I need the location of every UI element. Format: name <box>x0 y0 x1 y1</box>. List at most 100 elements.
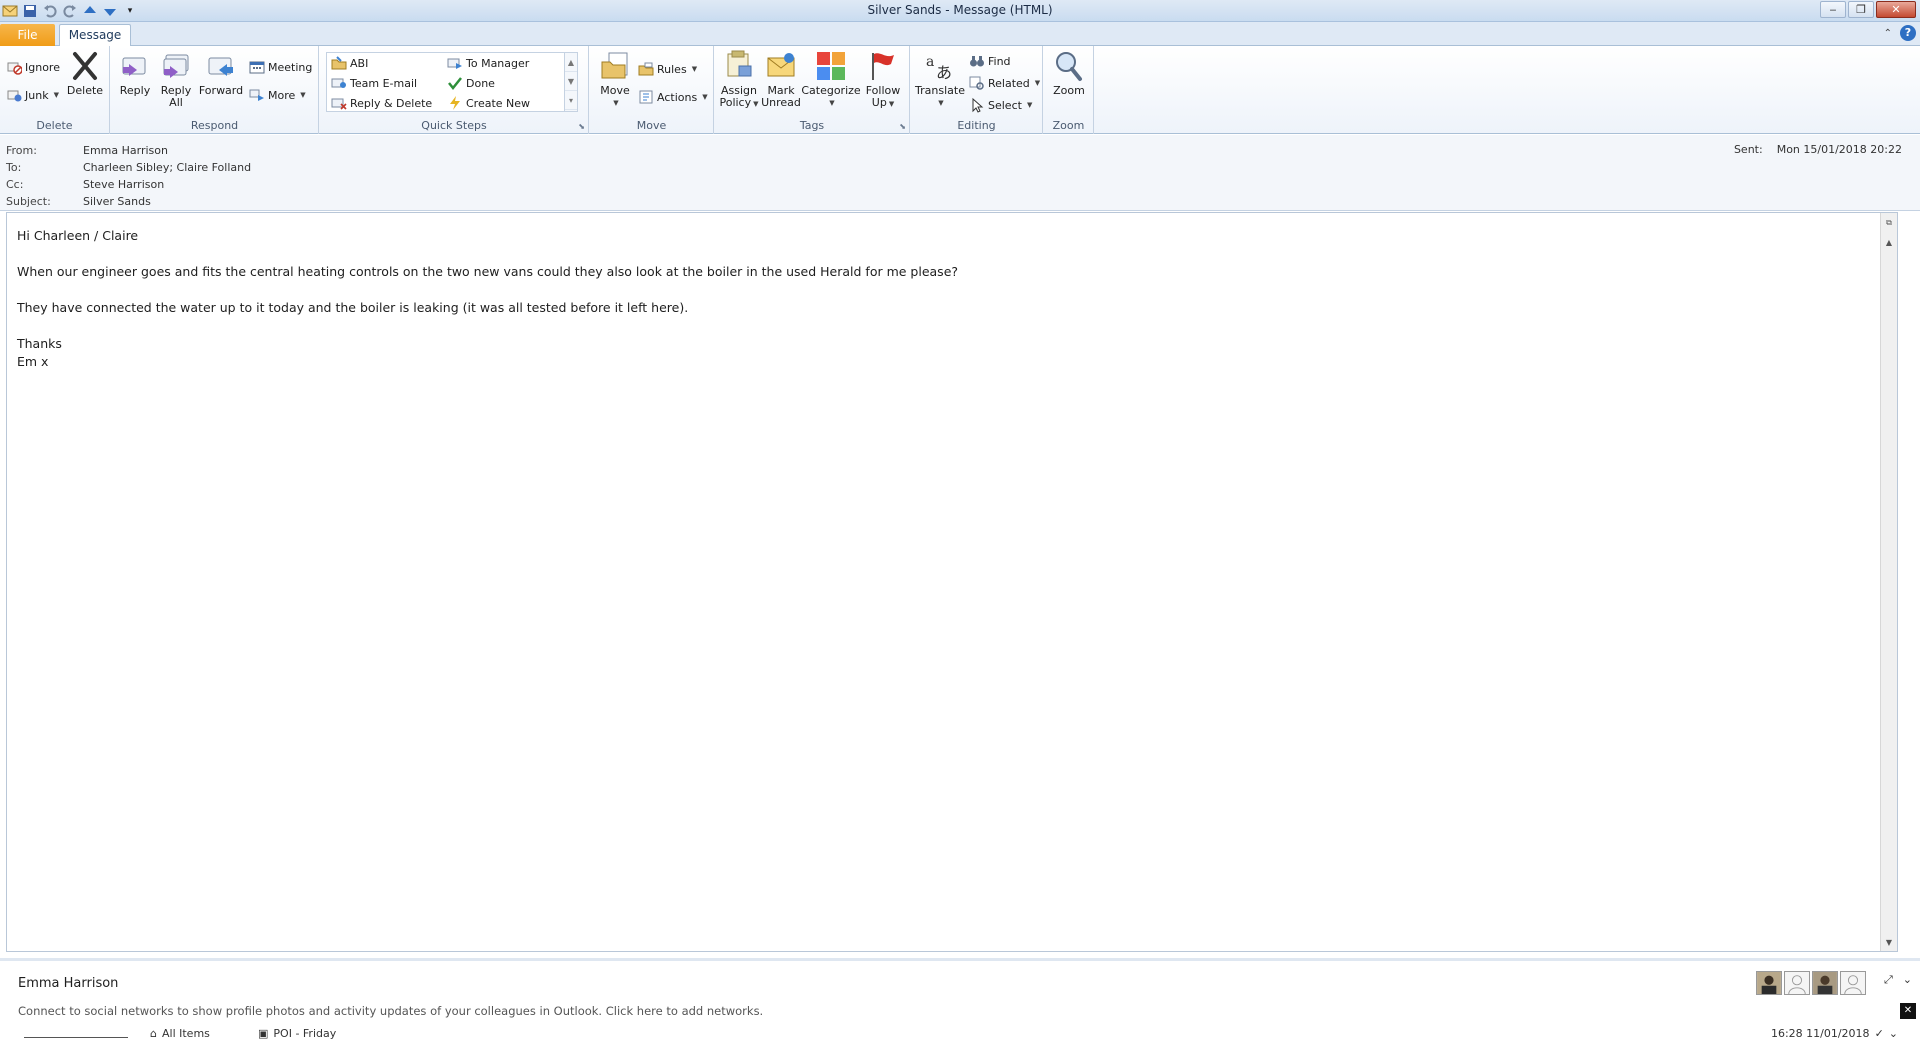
cc-value[interactable]: Steve Harrison <box>83 178 164 191</box>
forward-button[interactable]: Forward <box>199 50 243 97</box>
sent-value: Mon 15/01/2018 20:22 <box>1776 143 1902 156</box>
quickstep-to-manager-label: To Manager <box>466 56 530 70</box>
cc-label: Cc: <box>6 178 24 191</box>
expand-gallery-icon[interactable]: ▾ <box>565 91 577 110</box>
assign-policy-icon <box>727 50 752 77</box>
quickstep-to-manager[interactable]: To Manager <box>447 54 529 72</box>
translate-icon: aあ <box>926 54 952 82</box>
expand-icon[interactable]: ⤢ <box>1884 973 1893 987</box>
restore-button[interactable]: ❐ <box>1848 1 1874 18</box>
ignore-button[interactable]: Ignore <box>6 58 60 76</box>
editing-group-label: Editing <box>957 119 996 132</box>
poi-item[interactable]: ▣ POI - Friday <box>258 1027 336 1040</box>
scroll-up-icon[interactable]: ▲ <box>565 53 577 72</box>
categorize-button[interactable]: Categorize ▼ <box>801 50 861 109</box>
related-icon <box>969 76 984 90</box>
find-label: Find <box>988 54 1011 68</box>
people-pane-name[interactable]: Emma Harrison <box>18 976 118 991</box>
quick-steps-scroll[interactable]: ▲ ▼ ▾ <box>564 53 577 111</box>
delete-group-label: Delete <box>36 119 73 132</box>
translate-button[interactable]: aあ Translate ▼ <box>915 50 965 109</box>
more-button[interactable]: More ▼ <box>249 86 306 104</box>
zoom-label: Zoom <box>1053 84 1085 97</box>
from-value[interactable]: Emma Harrison <box>83 144 168 157</box>
window-controls: ‒ ❐ ✕ <box>1820 1 1916 18</box>
tab-file[interactable]: File <box>0 24 55 46</box>
tab-message[interactable]: Message <box>59 24 131 47</box>
minimize-button[interactable]: ‒ <box>1820 1 1846 18</box>
chevron-down-icon: ▼ <box>1026 101 1033 109</box>
body-vertical-scrollbar[interactable]: ⧉ ▲ ▼ <box>1880 213 1897 951</box>
calendar-icon <box>249 61 265 74</box>
connect-social-networks-link[interactable]: Connect to social networks to show profi… <box>18 1004 763 1018</box>
help-icon[interactable]: ? <box>1900 25 1916 41</box>
close-button[interactable]: ✕ <box>1876 1 1916 18</box>
chevron-down-icon[interactable]: ⌄ <box>1903 973 1912 987</box>
move-folder-icon <box>601 52 628 79</box>
quickstep-done-label: Done <box>466 76 495 90</box>
close-pane-icon[interactable]: ✕ <box>1900 1003 1916 1019</box>
move-button[interactable]: Move ▼ <box>598 50 632 109</box>
scroll-down-icon[interactable]: ▼ <box>565 72 577 91</box>
rules-label: Rules <box>657 62 687 76</box>
body-thanks: Thanks <box>17 336 62 351</box>
people-avatars <box>1756 971 1866 995</box>
assign-policy-label-2: Policy ▼ <box>719 96 759 109</box>
quickstep-done[interactable]: Done <box>447 74 495 92</box>
quickstep-reply-delete[interactable]: Reply & Delete <box>331 94 432 112</box>
meeting-button[interactable]: Meeting <box>249 58 312 76</box>
respond-group-label: Respond <box>190 119 239 132</box>
more-label: More <box>268 88 296 102</box>
reply-button[interactable]: Reply <box>117 50 153 97</box>
quickstep-reply-delete-label: Reply & Delete <box>350 96 433 110</box>
svg-text:a: a <box>926 54 934 70</box>
respond-group: Reply Reply All Forward Meeting More ▼ Re… <box>111 46 319 134</box>
message-body[interactable]: Hi Charleen / Claire When our engineer g… <box>6 212 1898 952</box>
checkmark-icon[interactable]: ✓ <box>1875 1027 1884 1040</box>
calendar-icon: ▣ <box>258 1027 269 1040</box>
title-bar: ▾ Silver Sands - Message (HTML) ‒ ❐ ✕ <box>0 0 1920 22</box>
follow-up-button[interactable]: Follow Up ▼ <box>863 50 903 110</box>
avatar[interactable] <box>1812 971 1838 995</box>
chevron-down-icon: ▼ <box>613 99 619 107</box>
avatar-placeholder[interactable] <box>1840 971 1866 995</box>
avatar[interactable] <box>1756 971 1782 995</box>
chevron-down-icon[interactable]: ⌄ <box>1889 1027 1898 1040</box>
outlook-message-window: ▾ Silver Sands - Message (HTML) ‒ ❐ ✕ Fi… <box>0 0 1920 1040</box>
body-signoff: Em x <box>17 354 49 369</box>
rules-button[interactable]: Rules ▼ <box>638 60 697 78</box>
follow-up-label-2: Up ▼ <box>871 96 895 109</box>
reply-icon <box>122 57 146 76</box>
actions-button[interactable]: Actions ▼ <box>638 88 708 106</box>
scroll-down-icon[interactable]: ▼ <box>1881 935 1897 951</box>
quickstep-abi[interactable]: ABI <box>331 54 368 72</box>
people-pane: Emma Harrison Connect to social networks… <box>0 958 1920 1040</box>
all-items-item[interactable]: ⌂ All Items <box>150 1027 210 1040</box>
minimize-ribbon-icon[interactable]: ⌃ <box>1884 28 1892 39</box>
translate-label: Translate <box>915 84 965 97</box>
delete-button[interactable]: Delete <box>66 50 104 97</box>
forward-label: Forward <box>198 84 244 97</box>
quickstep-create-new-label: Create New <box>466 96 531 110</box>
forward-icon <box>208 57 233 76</box>
avatar-placeholder[interactable] <box>1784 971 1810 995</box>
ribbon: Ignore Junk ▼ Delete Delete Reply Reply A… <box>0 46 1920 134</box>
junk-button[interactable]: Junk ▼ <box>6 86 59 104</box>
assign-policy-button[interactable]: Assign Policy ▼ <box>719 50 759 110</box>
select-button[interactable]: Select ▼ <box>969 96 1032 114</box>
body-greeting: Hi Charleen / Claire <box>17 228 139 243</box>
delete-group: Ignore Junk ▼ Delete Delete <box>0 46 110 134</box>
mark-unread-button[interactable]: Mark Unread <box>761 50 801 109</box>
rss-icon[interactable]: ⧉ <box>1881 215 1897 231</box>
reply-all-button[interactable]: Reply All <box>157 50 195 109</box>
ignore-icon <box>7 62 22 75</box>
quickstep-team-email[interactable]: Team E-mail <box>331 74 417 92</box>
zoom-button[interactable]: Zoom <box>1050 50 1088 97</box>
related-button[interactable]: Related ▼ <box>969 74 1040 92</box>
to-value[interactable]: Charleen Sibley; Claire Folland <box>83 161 251 174</box>
quickstep-create-new[interactable]: Create New <box>447 94 530 112</box>
tags-group-label: Tags <box>799 119 825 132</box>
find-button[interactable]: Find <box>969 52 1011 70</box>
scroll-up-icon[interactable]: ▲ <box>1881 235 1897 251</box>
actions-label: Actions <box>657 90 698 104</box>
